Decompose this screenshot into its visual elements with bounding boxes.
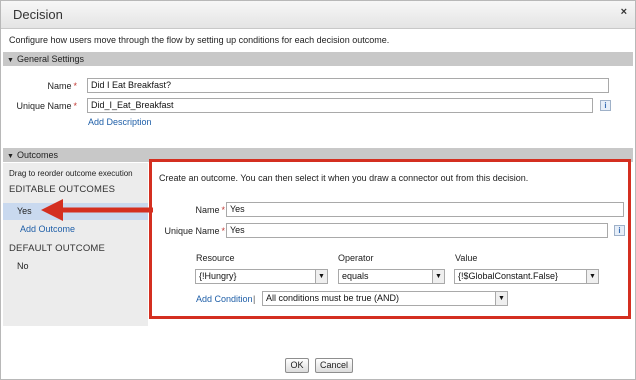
dropdown-arrow-icon: ▼ [315, 270, 327, 283]
value-column-header: Value [455, 253, 478, 263]
cancel-button[interactable]: Cancel [315, 358, 353, 373]
red-arrow-annotation [41, 199, 153, 221]
value-select[interactable]: {!$GlobalConstant.False} ▼ [454, 269, 599, 284]
dropdown-arrow-icon: ▼ [586, 270, 598, 283]
name-field[interactable]: Did I Eat Breakfast? [87, 78, 609, 93]
required-icon: * [73, 101, 77, 111]
info-icon[interactable]: i [600, 100, 611, 111]
outcome-name-label: Name * [157, 205, 225, 215]
add-outcome-link[interactable]: Add Outcome [20, 224, 75, 234]
outcomes-sidebar: Drag to reorder outcome execution EDITAB… [3, 163, 148, 326]
outcome-name-label-text: Name [195, 205, 220, 215]
add-description-link[interactable]: Add Description [88, 117, 152, 127]
operator-column-header: Operator [338, 253, 374, 263]
name-label: Name * [11, 81, 77, 91]
condition-logic-select[interactable]: All conditions must be true (AND) ▼ [262, 291, 508, 306]
link-separator: | [253, 294, 256, 304]
dialog-intro-text: Configure how users move through the flo… [9, 35, 390, 45]
default-outcome-heading: DEFAULT OUTCOME [9, 243, 106, 254]
outcome-editor-intro: Create an outcome. You can then select i… [159, 173, 529, 183]
outcome-unique-name-label-text: Unique Name [164, 226, 220, 236]
resource-select-value: {!Hungry} [199, 271, 237, 281]
unique-name-label: Unique Name * [11, 101, 77, 111]
close-icon[interactable]: × [621, 6, 627, 18]
dialog-titlebar: Decision × [1, 1, 635, 29]
outcome-name-field[interactable]: Yes [226, 202, 624, 217]
operator-select-value: equals [342, 271, 369, 281]
collapse-triangle-icon: ▼ [7, 57, 14, 64]
dialog-title: Decision [13, 7, 63, 22]
required-icon: * [221, 205, 225, 215]
outcome-item-label: Yes [17, 206, 32, 216]
ok-button[interactable]: OK [285, 358, 309, 373]
dropdown-arrow-icon: ▼ [495, 292, 507, 305]
outcome-unique-name-field[interactable]: Yes [226, 223, 608, 238]
info-icon[interactable]: i [614, 225, 625, 236]
resource-column-header: Resource [196, 253, 235, 263]
decision-dialog: Decision × Configure how users move thro… [0, 0, 636, 380]
collapse-triangle-icon: ▼ [7, 153, 14, 160]
value-select-value: {!$GlobalConstant.False} [458, 271, 559, 281]
unique-name-label-text: Unique Name [16, 101, 72, 111]
resource-select[interactable]: {!Hungry} ▼ [195, 269, 328, 284]
default-outcome-item[interactable]: No [17, 261, 29, 271]
name-label-text: Name [47, 81, 72, 91]
condition-logic-value: All conditions must be true (AND) [266, 293, 400, 303]
general-settings-title: General Settings [16, 54, 84, 64]
operator-select[interactable]: equals ▼ [338, 269, 445, 284]
drag-reorder-note: Drag to reorder outcome execution [9, 169, 133, 178]
required-icon: * [73, 81, 77, 91]
dropdown-arrow-icon: ▼ [432, 270, 444, 283]
outcomes-title: Outcomes [16, 150, 58, 160]
outcome-unique-name-label: Unique Name * [157, 226, 225, 236]
outcome-editor-panel: Create an outcome. You can then select i… [149, 159, 631, 319]
general-settings-header[interactable]: ▼ General Settings [3, 52, 633, 66]
add-condition-link[interactable]: Add Condition [196, 294, 253, 304]
unique-name-field[interactable]: Did_I_Eat_Breakfast [87, 98, 593, 113]
required-icon: * [221, 226, 225, 236]
editable-outcomes-heading: EDITABLE OUTCOMES [9, 184, 116, 195]
